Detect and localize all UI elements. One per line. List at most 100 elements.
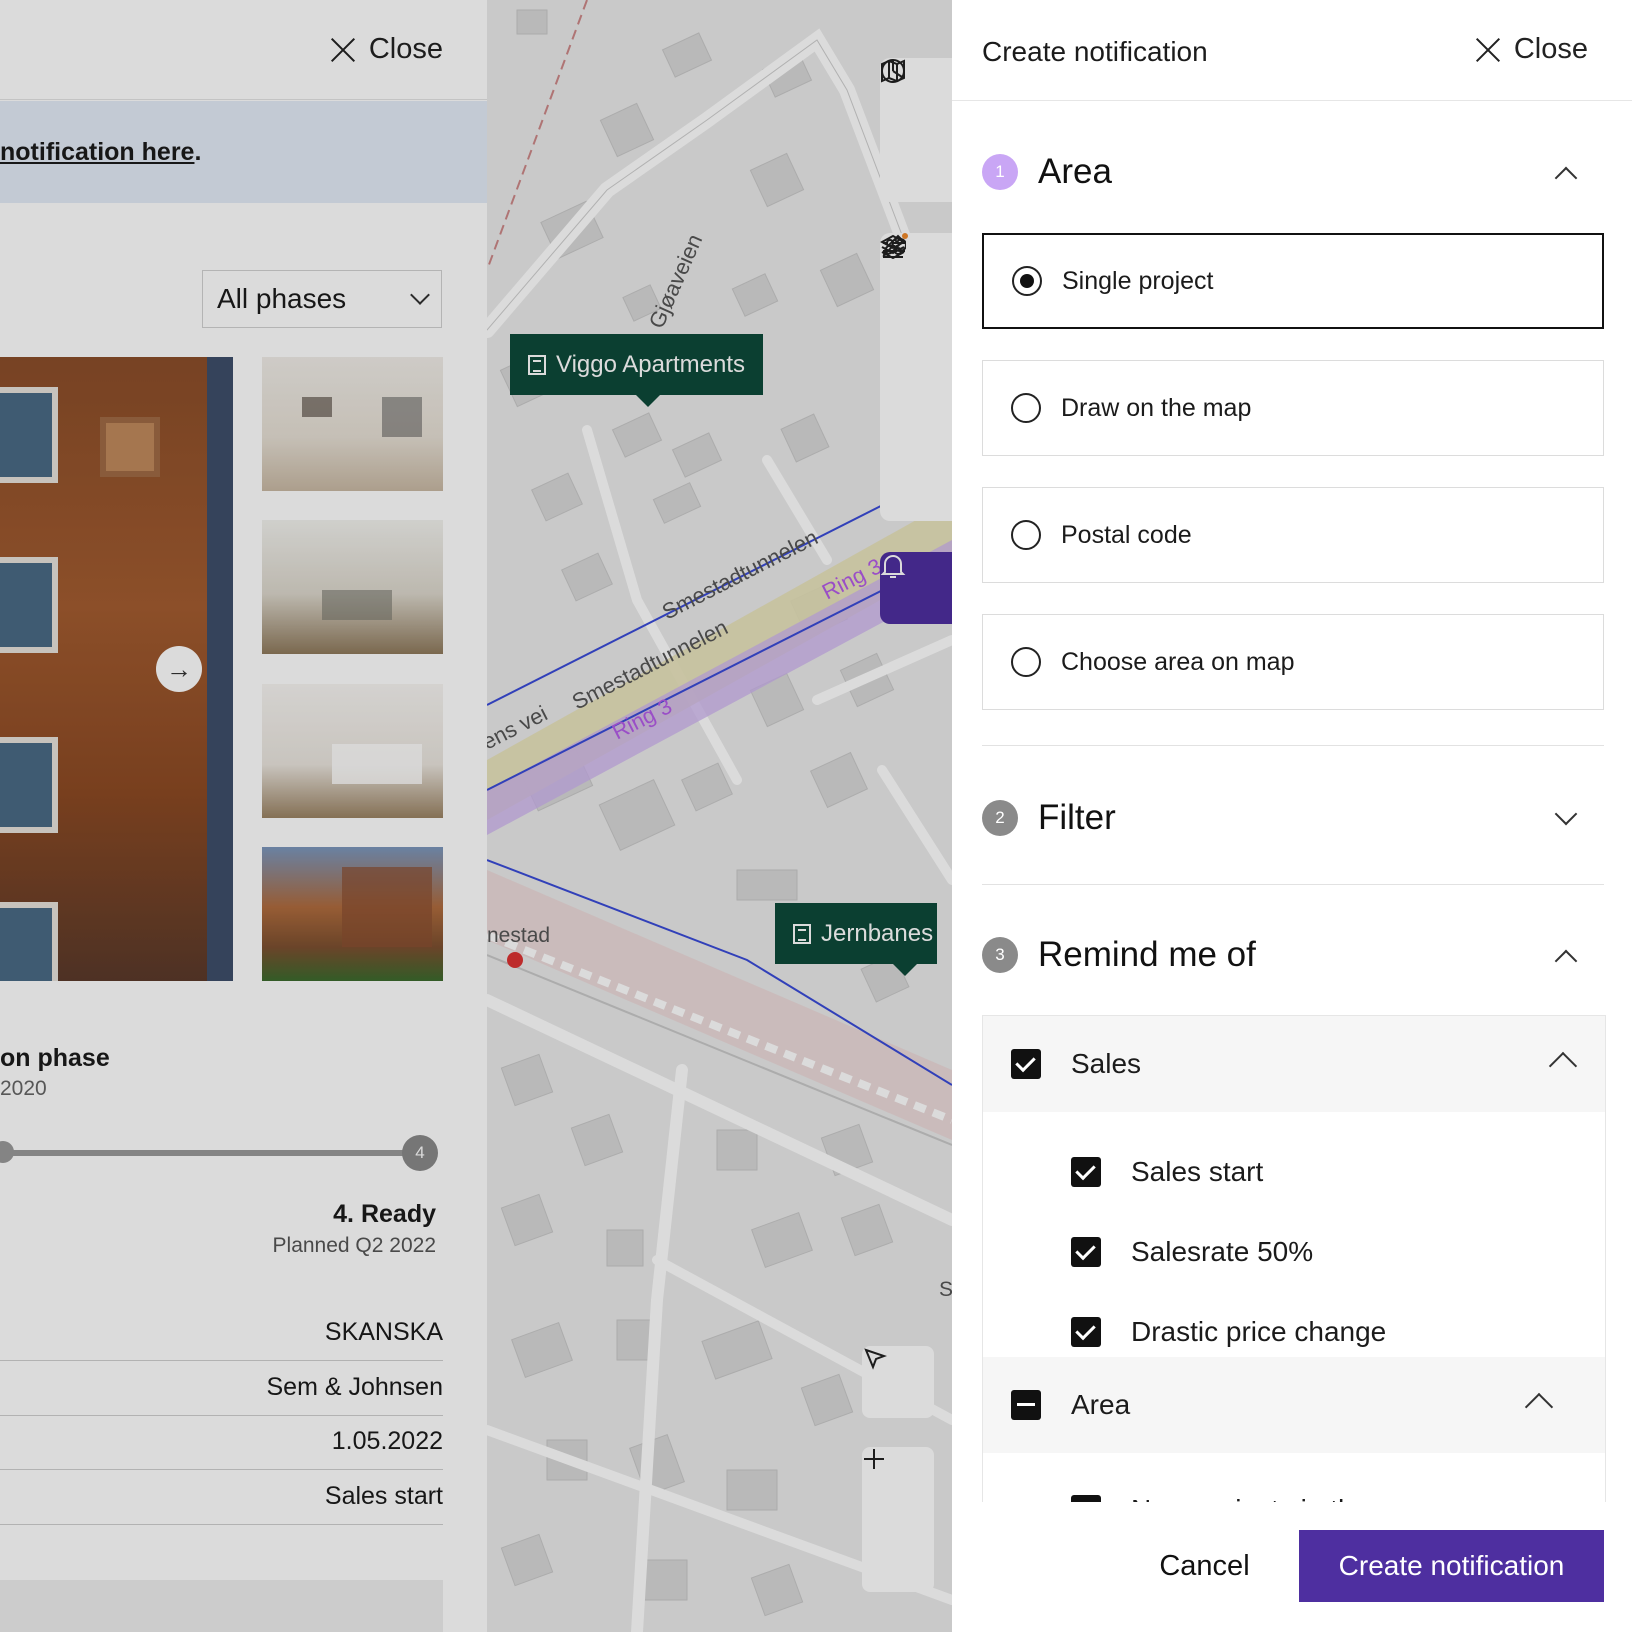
- option-label: Draw on the map: [1061, 393, 1252, 422]
- bell-icon: [880, 555, 906, 578]
- cursor-icon[interactable]: [862, 1346, 888, 1372]
- street-label: S: [939, 1278, 952, 1301]
- section-remind-header[interactable]: 3 Remind me of: [982, 925, 1602, 985]
- item-label: Sales start: [1131, 1156, 1264, 1187]
- section-filter-header[interactable]: 2 Filter: [982, 788, 1602, 848]
- map-icon: [881, 59, 905, 83]
- phase-select[interactable]: All phases: [202, 270, 442, 328]
- create-notification-panel: Create notification Close 1 Area Single …: [952, 0, 1632, 1632]
- notifications-button[interactable]: [880, 552, 952, 624]
- remind-options: Sales Sales start Salesrate 50% Drastic …: [982, 1015, 1606, 1575]
- notification-close-button[interactable]: Close: [1474, 33, 1588, 66]
- checkbox-checked-icon[interactable]: [1071, 1157, 1101, 1187]
- poi-label: Jernbanes: [821, 919, 934, 947]
- banner-suffix: .: [194, 138, 202, 166]
- checkbox-checked-icon[interactable]: [1011, 1049, 1041, 1079]
- cancel-button[interactable]: Cancel: [1122, 1530, 1287, 1602]
- checkbox-checked-icon[interactable]: [1071, 1317, 1101, 1347]
- detail-status: Sales start: [324, 1482, 443, 1510]
- next-image-button[interactable]: →: [156, 646, 202, 692]
- detail-architect: Sem & Johnsen: [266, 1373, 444, 1401]
- ready-title: 4. Ready: [333, 1200, 436, 1228]
- poi-marker[interactable]: Jernbanes: [775, 903, 938, 976]
- ready-subtitle: Planned Q2 2022: [272, 1234, 436, 1257]
- item-label: Drastic price change: [1131, 1316, 1387, 1347]
- radio-icon: [1011, 520, 1041, 550]
- radio-icon: [1011, 393, 1041, 423]
- map-view-toolbar: [880, 58, 952, 202]
- close-icon: [329, 36, 357, 64]
- thumbnail-living-room[interactable]: [262, 357, 443, 491]
- chevron-up-icon: [1554, 949, 1578, 973]
- chevron-up-icon: [1524, 1392, 1554, 1422]
- map-tools-toolbar: [880, 233, 952, 521]
- create-notification-button[interactable]: Create notification: [1299, 1530, 1604, 1602]
- step-number: 3: [982, 937, 1018, 973]
- detail-developer: SKANSKA: [324, 1318, 443, 1346]
- option-label: Choose area on map: [1061, 647, 1295, 676]
- poi-pointer: [636, 395, 660, 407]
- notification-close-label: Close: [1513, 33, 1588, 65]
- remind-group-area[interactable]: Area: [983, 1357, 1605, 1453]
- poi-marker[interactable]: Viggo Apartments: [510, 334, 764, 407]
- step-number: 1: [982, 154, 1018, 190]
- timeline-start-dot: [0, 1141, 14, 1163]
- area-option-choose-area[interactable]: Choose area on map: [982, 614, 1604, 710]
- detail-date: 1.05.2022: [331, 1427, 443, 1455]
- building-icon: [793, 923, 811, 944]
- map-view-button[interactable]: [880, 59, 952, 202]
- layers-button[interactable]: [880, 234, 952, 449]
- banner-link[interactable]: notification here: [0, 138, 194, 166]
- tools-button[interactable]: [880, 236, 952, 521]
- area-option-postal-code[interactable]: Postal code: [982, 487, 1604, 583]
- draw-button[interactable]: [880, 234, 952, 377]
- zoom-out-icon: [864, 1458, 884, 1460]
- map[interactable]: Gjøaveien Smestadtunnelen Smestadtunnele…: [487, 0, 952, 1632]
- project-close-button[interactable]: Close: [329, 33, 443, 66]
- street-label: nestad: [487, 924, 550, 947]
- street-label: Gjøaveien: [644, 230, 708, 332]
- banner-text: notification here.: [0, 138, 201, 167]
- step-number: 2: [982, 800, 1018, 836]
- detail-row: SKANSKA: [0, 1306, 443, 1361]
- section-title: Remind me of: [1038, 935, 1256, 974]
- remind-group-sales[interactable]: Sales: [983, 1016, 1605, 1112]
- zoom-controls: [862, 1447, 934, 1592]
- chevron-up-icon: [1554, 166, 1578, 190]
- chevron-down-icon: [1554, 802, 1578, 826]
- group-label: Sales: [1071, 1048, 1142, 1079]
- checkbox-indeterminate-icon[interactable]: [1011, 1390, 1041, 1420]
- option-label: Single project: [1062, 266, 1214, 295]
- area-option-single-project[interactable]: Single project: [982, 233, 1604, 329]
- info-banner: notification here.: [0, 101, 487, 203]
- phase-label: on phase: [0, 1044, 110, 1072]
- remind-item-sales-start[interactable]: Sales start: [983, 1132, 1605, 1212]
- checkbox-checked-icon[interactable]: [1071, 1237, 1101, 1267]
- panel-title: Create notification: [982, 36, 1208, 67]
- section-area-header[interactable]: 1 Area: [982, 142, 1602, 202]
- building-icon: [528, 354, 546, 375]
- poi-label: Viggo Apartments: [556, 350, 746, 378]
- notification-panel-header: Create notification Close: [952, 0, 1632, 101]
- section-divider: [982, 884, 1604, 885]
- phase-timeline: [0, 1150, 420, 1156]
- phase-date: 2020: [0, 1077, 47, 1100]
- section-title: Filter: [1038, 798, 1116, 837]
- timeline-end-dot: 4: [402, 1135, 438, 1171]
- detail-row: 1.05.2022: [0, 1415, 443, 1470]
- thumbnail-exterior[interactable]: [262, 847, 443, 981]
- detail-row: Sem & Johnsen: [0, 1361, 443, 1416]
- thumbnail-lounge[interactable]: [262, 520, 443, 654]
- phase-select-value: All phases: [217, 283, 347, 314]
- project-close-label: Close: [368, 33, 443, 65]
- zoom-out-button[interactable]: [862, 1458, 934, 1591]
- remind-item-salesrate[interactable]: Salesrate 50%: [983, 1212, 1605, 1292]
- arrow-right-icon: →: [166, 653, 192, 684]
- area-option-draw-on-map[interactable]: Draw on the map: [982, 360, 1604, 456]
- wrench-icon: [883, 236, 906, 256]
- group-label: Area: [1071, 1389, 1131, 1420]
- chevron-up-icon: [1548, 1051, 1578, 1081]
- close-icon: [1474, 36, 1502, 64]
- option-label: Postal code: [1061, 520, 1192, 549]
- thumbnail-bedroom[interactable]: [262, 684, 443, 818]
